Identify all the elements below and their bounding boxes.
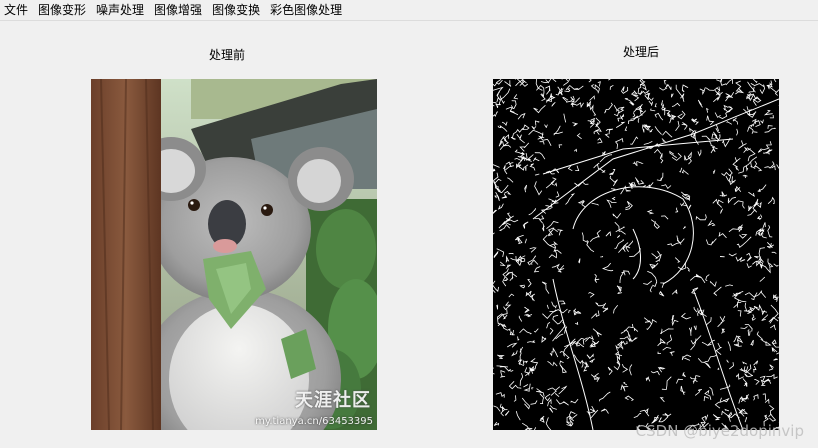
after-caption: 处理后 (623, 45, 660, 59)
menu-image-transform[interactable]: 图像变形 (33, 0, 91, 20)
menu-noise-processing[interactable]: 噪声处理 (91, 0, 149, 20)
image-logo-watermark: 天涯社区 (295, 390, 371, 411)
csdn-watermark: CSDN @biye2dopinvip (635, 422, 804, 440)
original-image: 天涯社区 my.tianya.cn/63453395 (91, 79, 377, 430)
koala-photo (91, 79, 377, 430)
menu-file[interactable]: 文件 (0, 0, 33, 20)
before-caption: 处理前 (209, 48, 246, 62)
menu-image-enhance[interactable]: 图像增强 (149, 0, 207, 20)
menu-color-image-processing[interactable]: 彩色图像处理 (265, 0, 347, 20)
edge-detection-result (493, 79, 779, 430)
menu-bar: 文件 图像变形 噪声处理 图像增强 图像变换 彩色图像处理 (0, 0, 818, 21)
processed-image (493, 79, 779, 430)
image-url-watermark: my.tianya.cn/63453395 (255, 416, 373, 427)
menu-image-conversion[interactable]: 图像变换 (207, 0, 265, 20)
